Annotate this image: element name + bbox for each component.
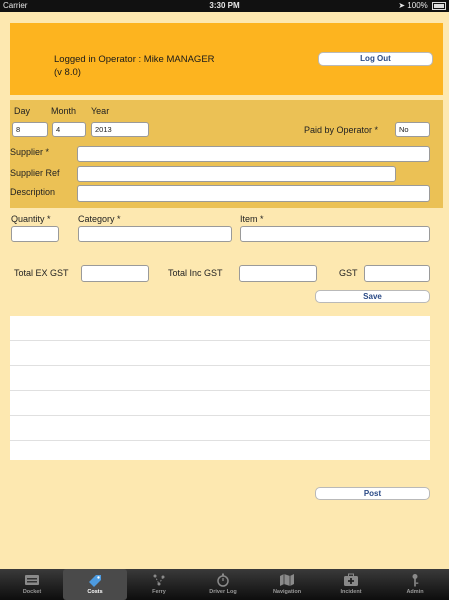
description-label: Description	[10, 187, 56, 197]
quantity-label: Quantity *	[11, 214, 51, 224]
tab-costs[interactable]: Costs	[63, 569, 127, 600]
ferry-icon	[153, 574, 165, 586]
clock: 3:30 PM	[209, 1, 240, 10]
tab-navigation[interactable]: Navigation	[255, 569, 319, 600]
tab-label: Incident	[340, 589, 362, 595]
tab-label: Costs	[87, 589, 103, 595]
logged-in-operator: Logged in Operator : Mike MANAGER	[54, 54, 215, 65]
item-label: Item *	[240, 214, 264, 224]
paid-by-operator-field[interactable]: No	[395, 122, 430, 137]
table-row[interactable]	[10, 441, 430, 460]
month-field[interactable]: 4	[52, 122, 86, 137]
table-row[interactable]	[10, 366, 430, 391]
year-field[interactable]: 2013	[91, 122, 149, 137]
description-field[interactable]	[77, 185, 430, 202]
day-label: Day	[14, 106, 31, 116]
app-version: (v 8.0)	[54, 67, 81, 78]
battery-indicator: ➤ 100%	[398, 1, 446, 10]
table-row[interactable]	[10, 416, 430, 441]
battery-percent: 100%	[407, 1, 428, 10]
docket-icon	[25, 575, 39, 585]
year-label: Year	[91, 106, 110, 116]
first-aid-icon	[344, 573, 358, 586]
item-field[interactable]	[240, 226, 430, 242]
admin-key-icon	[412, 574, 419, 587]
map-icon	[280, 574, 294, 586]
supplier-ref-field[interactable]	[77, 166, 396, 182]
gst-field[interactable]	[364, 265, 430, 282]
day-field[interactable]: 8	[12, 122, 48, 137]
tab-label: Admin	[406, 589, 424, 595]
tab-label: Driver Log	[209, 589, 237, 595]
costs-tag-icon	[89, 575, 101, 587]
total-ex-gst-field[interactable]	[81, 265, 149, 282]
tab-bar: Docket Costs Ferry Driver Log Navigation…	[0, 569, 449, 600]
tab-admin[interactable]: Admin	[383, 569, 447, 600]
total-inc-gst-label: Total Inc GST	[168, 268, 223, 278]
operator-header: Logged in Operator : Mike MANAGER (v 8.0…	[10, 23, 443, 95]
gst-label: GST	[339, 268, 358, 278]
paid-by-operator-label: Paid by Operator *	[304, 125, 379, 135]
total-inc-gst-field[interactable]	[239, 265, 317, 282]
month-label: Month	[51, 106, 77, 116]
total-ex-gst-label: Total EX GST	[14, 268, 69, 278]
save-button[interactable]: Save	[315, 290, 430, 303]
tab-driver-log[interactable]: Driver Log	[191, 569, 255, 600]
tab-label: Navigation	[272, 589, 302, 595]
tab-incident[interactable]: Incident	[319, 569, 383, 600]
category-field[interactable]	[78, 226, 232, 242]
tab-docket[interactable]: Docket	[0, 569, 64, 600]
location-arrow-icon: ➤	[398, 1, 406, 10]
category-label: Category *	[78, 214, 121, 224]
cost-lines-table[interactable]	[10, 316, 430, 460]
table-row[interactable]	[10, 341, 430, 366]
tab-label: Docket	[22, 589, 42, 595]
status-bar: Carrier 3:30 PM ➤ 100%	[0, 0, 449, 12]
stopwatch-icon	[217, 573, 229, 587]
battery-icon	[432, 1, 446, 10]
quantity-field[interactable]	[11, 226, 59, 242]
cost-details-panel: Day Month Year 8 4 2013 Paid by Operator…	[10, 100, 443, 208]
post-button[interactable]: Post	[315, 487, 430, 500]
supplier-field[interactable]	[77, 146, 430, 162]
log-out-button[interactable]: Log Out	[318, 52, 433, 66]
tab-label: Ferry	[152, 589, 166, 595]
table-row[interactable]	[10, 391, 430, 416]
supplier-ref-label: Supplier Ref	[10, 168, 60, 178]
table-row[interactable]	[10, 316, 430, 341]
supplier-label: Supplier *	[10, 147, 50, 157]
tab-ferry[interactable]: Ferry	[127, 569, 191, 600]
